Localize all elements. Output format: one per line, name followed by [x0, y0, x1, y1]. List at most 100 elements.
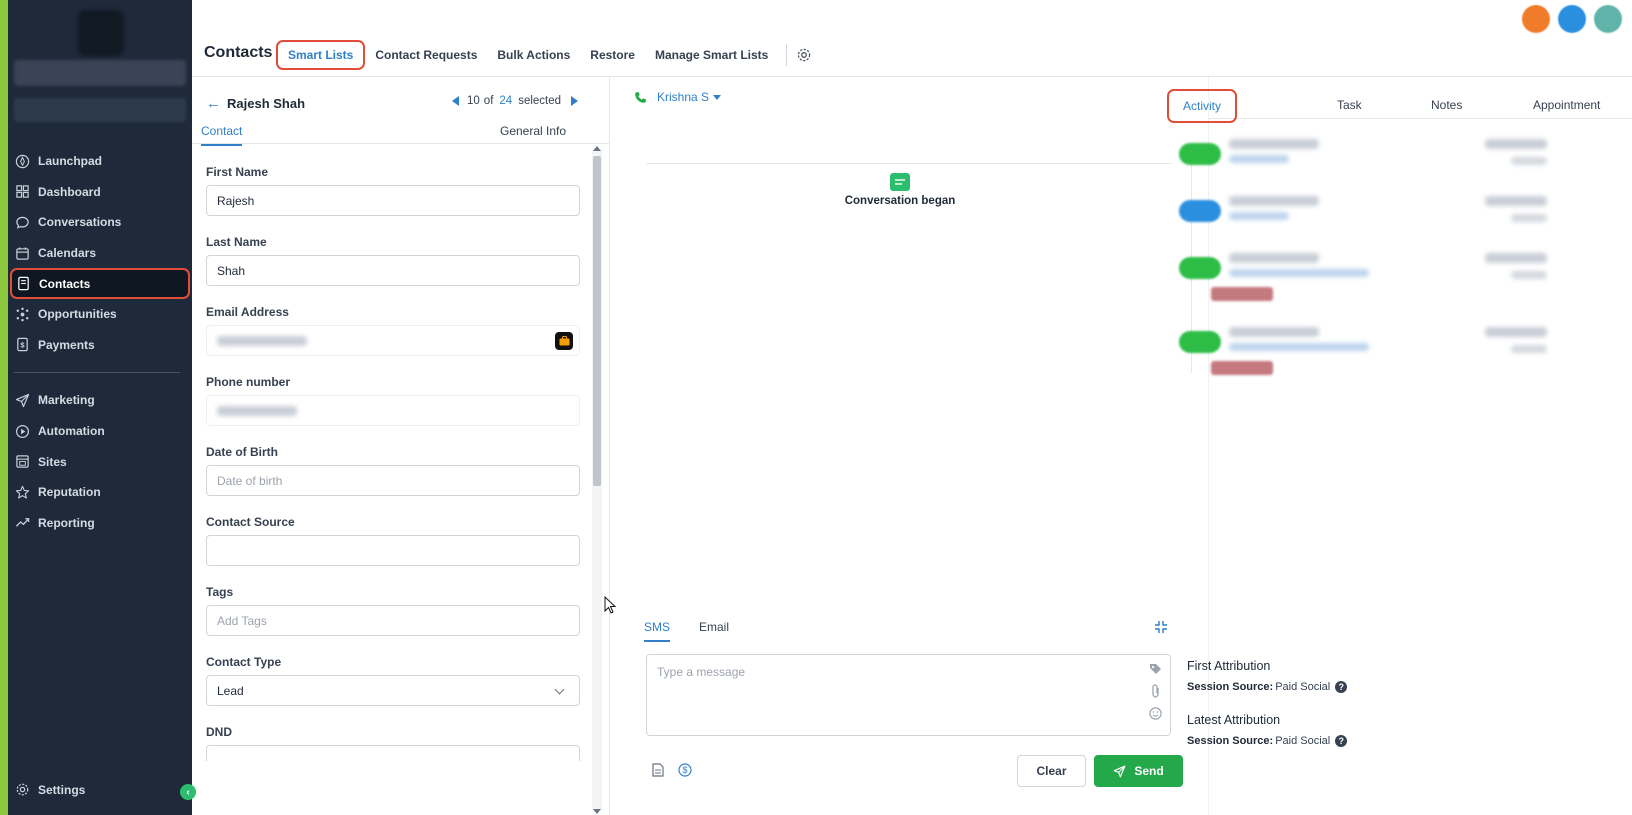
dob-field[interactable]: Date of birth — [206, 465, 580, 496]
collapse-icon[interactable] — [1154, 620, 1168, 634]
tab-sms[interactable]: SMS — [644, 620, 671, 642]
brand-edge — [0, 0, 8, 815]
scroll-down-icon[interactable] — [593, 809, 601, 814]
assignee-dropdown[interactable]: Krishna S — [634, 90, 722, 104]
sidebar-item-label: Calendars — [38, 246, 97, 261]
contact-source-label: Contact Source — [206, 515, 295, 529]
previous-contact-icon[interactable] — [452, 96, 459, 106]
first-name-field[interactable]: Rajesh — [206, 185, 580, 216]
top-avatar-group — [1522, 5, 1622, 33]
activity-item[interactable] — [1179, 133, 1569, 190]
redacted-activity-link — [1229, 343, 1369, 351]
sidebar-item-sites[interactable]: Sites — [8, 446, 192, 477]
tab-email[interactable]: Email — [699, 620, 729, 634]
redacted-email — [217, 335, 307, 346]
sidebar-item-launchpad[interactable]: Launchpad — [8, 146, 192, 177]
send-button[interactable]: Send — [1094, 755, 1183, 787]
sidebar-item-label: Conversations — [38, 215, 122, 230]
scrollbar-thumb[interactable] — [593, 156, 601, 486]
tags-field[interactable]: Add Tags — [206, 605, 580, 636]
redacted-activity-tag — [1211, 287, 1273, 301]
email-field[interactable] — [206, 325, 580, 356]
help-icon[interactable]: ? — [1335, 735, 1348, 747]
scroll-up-icon[interactable] — [593, 146, 601, 151]
sidebar-item-contacts[interactable]: Contacts — [10, 268, 190, 299]
sidebar-item-label: Launchpad — [38, 154, 103, 169]
tab-task[interactable]: Task — [1337, 98, 1362, 112]
grid-icon — [15, 184, 30, 199]
activity-item[interactable] — [1179, 190, 1569, 247]
sidebar-settings-label: Settings — [38, 782, 86, 797]
sidebar-item-reputation[interactable]: Reputation — [8, 477, 192, 508]
tag-icon[interactable] — [1149, 663, 1162, 678]
activity-status-dot — [1179, 331, 1221, 353]
sidebar-item-payments[interactable]: $ Payments — [8, 330, 192, 361]
pager-total[interactable]: 24 — [499, 95, 512, 107]
tab-appointment[interactable]: Appointment — [1533, 98, 1600, 112]
company-logo[interactable] — [78, 10, 124, 56]
tab-restore[interactable]: Restore — [580, 40, 645, 70]
contact-type-select[interactable]: Lead — [206, 675, 580, 706]
tab-bulk-actions[interactable]: Bulk Actions — [487, 40, 580, 70]
sidebar-item-label: Payments — [38, 337, 95, 352]
phone-icon — [634, 91, 647, 104]
attachment-icon[interactable] — [1149, 684, 1162, 701]
tab-activity[interactable]: Activity — [1167, 89, 1238, 123]
tab-smart-lists[interactable]: Smart Lists — [276, 40, 366, 70]
template-icon[interactable] — [652, 763, 664, 780]
sidebar-item-reporting[interactable]: Reporting — [8, 508, 192, 539]
contact-source-field[interactable] — [206, 535, 580, 566]
sidebar-item-opportunities[interactable]: Opportunities — [8, 299, 192, 330]
tab-contact-requests[interactable]: Contact Requests — [365, 40, 487, 70]
phone-label: Phone number — [206, 375, 291, 389]
contact-header: ← Rajesh Shah — [206, 95, 305, 112]
phone-field[interactable] — [206, 395, 580, 426]
trend-icon — [15, 515, 30, 530]
verify-badge-icon[interactable] — [555, 332, 573, 350]
activity-item[interactable] — [1179, 321, 1569, 395]
sidebar-item-settings[interactable]: Settings — [15, 782, 85, 797]
dnd-field[interactable] — [206, 745, 580, 761]
latest-attribution-title: Latest Attribution — [1187, 713, 1281, 727]
sidebar-divider — [14, 372, 180, 374]
calendar-icon — [15, 246, 30, 261]
rocket-icon — [15, 154, 30, 169]
redacted-activity-title — [1229, 327, 1319, 337]
form-scrollbar[interactable] — [592, 146, 602, 814]
sidebar-item-conversations[interactable]: Conversations — [8, 207, 192, 238]
opportunities-icon — [15, 307, 30, 322]
help-icon[interactable]: ? — [1335, 681, 1348, 693]
session-source-key: Session Source: — [1187, 681, 1274, 693]
tab-general-info[interactable]: General Info — [500, 124, 566, 138]
next-contact-icon[interactable] — [571, 96, 579, 106]
first-attribution-title: First Attribution — [1187, 659, 1271, 673]
sidebar-item-automation[interactable]: Automation — [8, 416, 192, 447]
pager-of: of — [483, 95, 494, 107]
payment-link-icon[interactable]: $ — [678, 763, 692, 780]
location-switcher[interactable] — [14, 60, 186, 86]
tab-manage-smart-lists[interactable]: Manage Smart Lists — [645, 40, 778, 70]
clear-button[interactable]: Clear — [1017, 755, 1086, 787]
sites-icon — [15, 454, 30, 469]
emoji-icon[interactable] — [1149, 707, 1162, 723]
tab-contact[interactable]: Contact — [201, 124, 243, 146]
chevron-left-icon: ‹ — [186, 786, 190, 798]
composer-bottom-icons: $ — [652, 763, 692, 780]
help-avatar-button[interactable] — [1558, 5, 1586, 33]
sidebar: Launchpad Dashboard Conversations Calend… — [8, 0, 196, 815]
contact-pager: 10 of 24 selected — [452, 95, 579, 107]
activity-item[interactable] — [1179, 247, 1569, 321]
assignee-name: Krishna S — [657, 90, 710, 104]
back-arrow-icon[interactable]: ← — [206, 95, 221, 112]
sidebar-item-calendars[interactable]: Calendars — [8, 238, 192, 269]
sidebar-search[interactable] — [14, 98, 186, 122]
sidebar-item-marketing[interactable]: Marketing — [8, 385, 192, 416]
session-source-value: Paid Social — [1275, 735, 1331, 747]
user-avatar[interactable] — [1594, 5, 1622, 33]
phone-avatar-button[interactable] — [1522, 5, 1550, 33]
message-input[interactable]: Type a message — [646, 654, 1171, 736]
tab-notes[interactable]: Notes — [1431, 98, 1462, 112]
last-name-field[interactable]: Shah — [206, 255, 580, 286]
sidebar-item-dashboard[interactable]: Dashboard — [8, 177, 192, 208]
settings-gear-icon[interactable] — [795, 46, 813, 64]
